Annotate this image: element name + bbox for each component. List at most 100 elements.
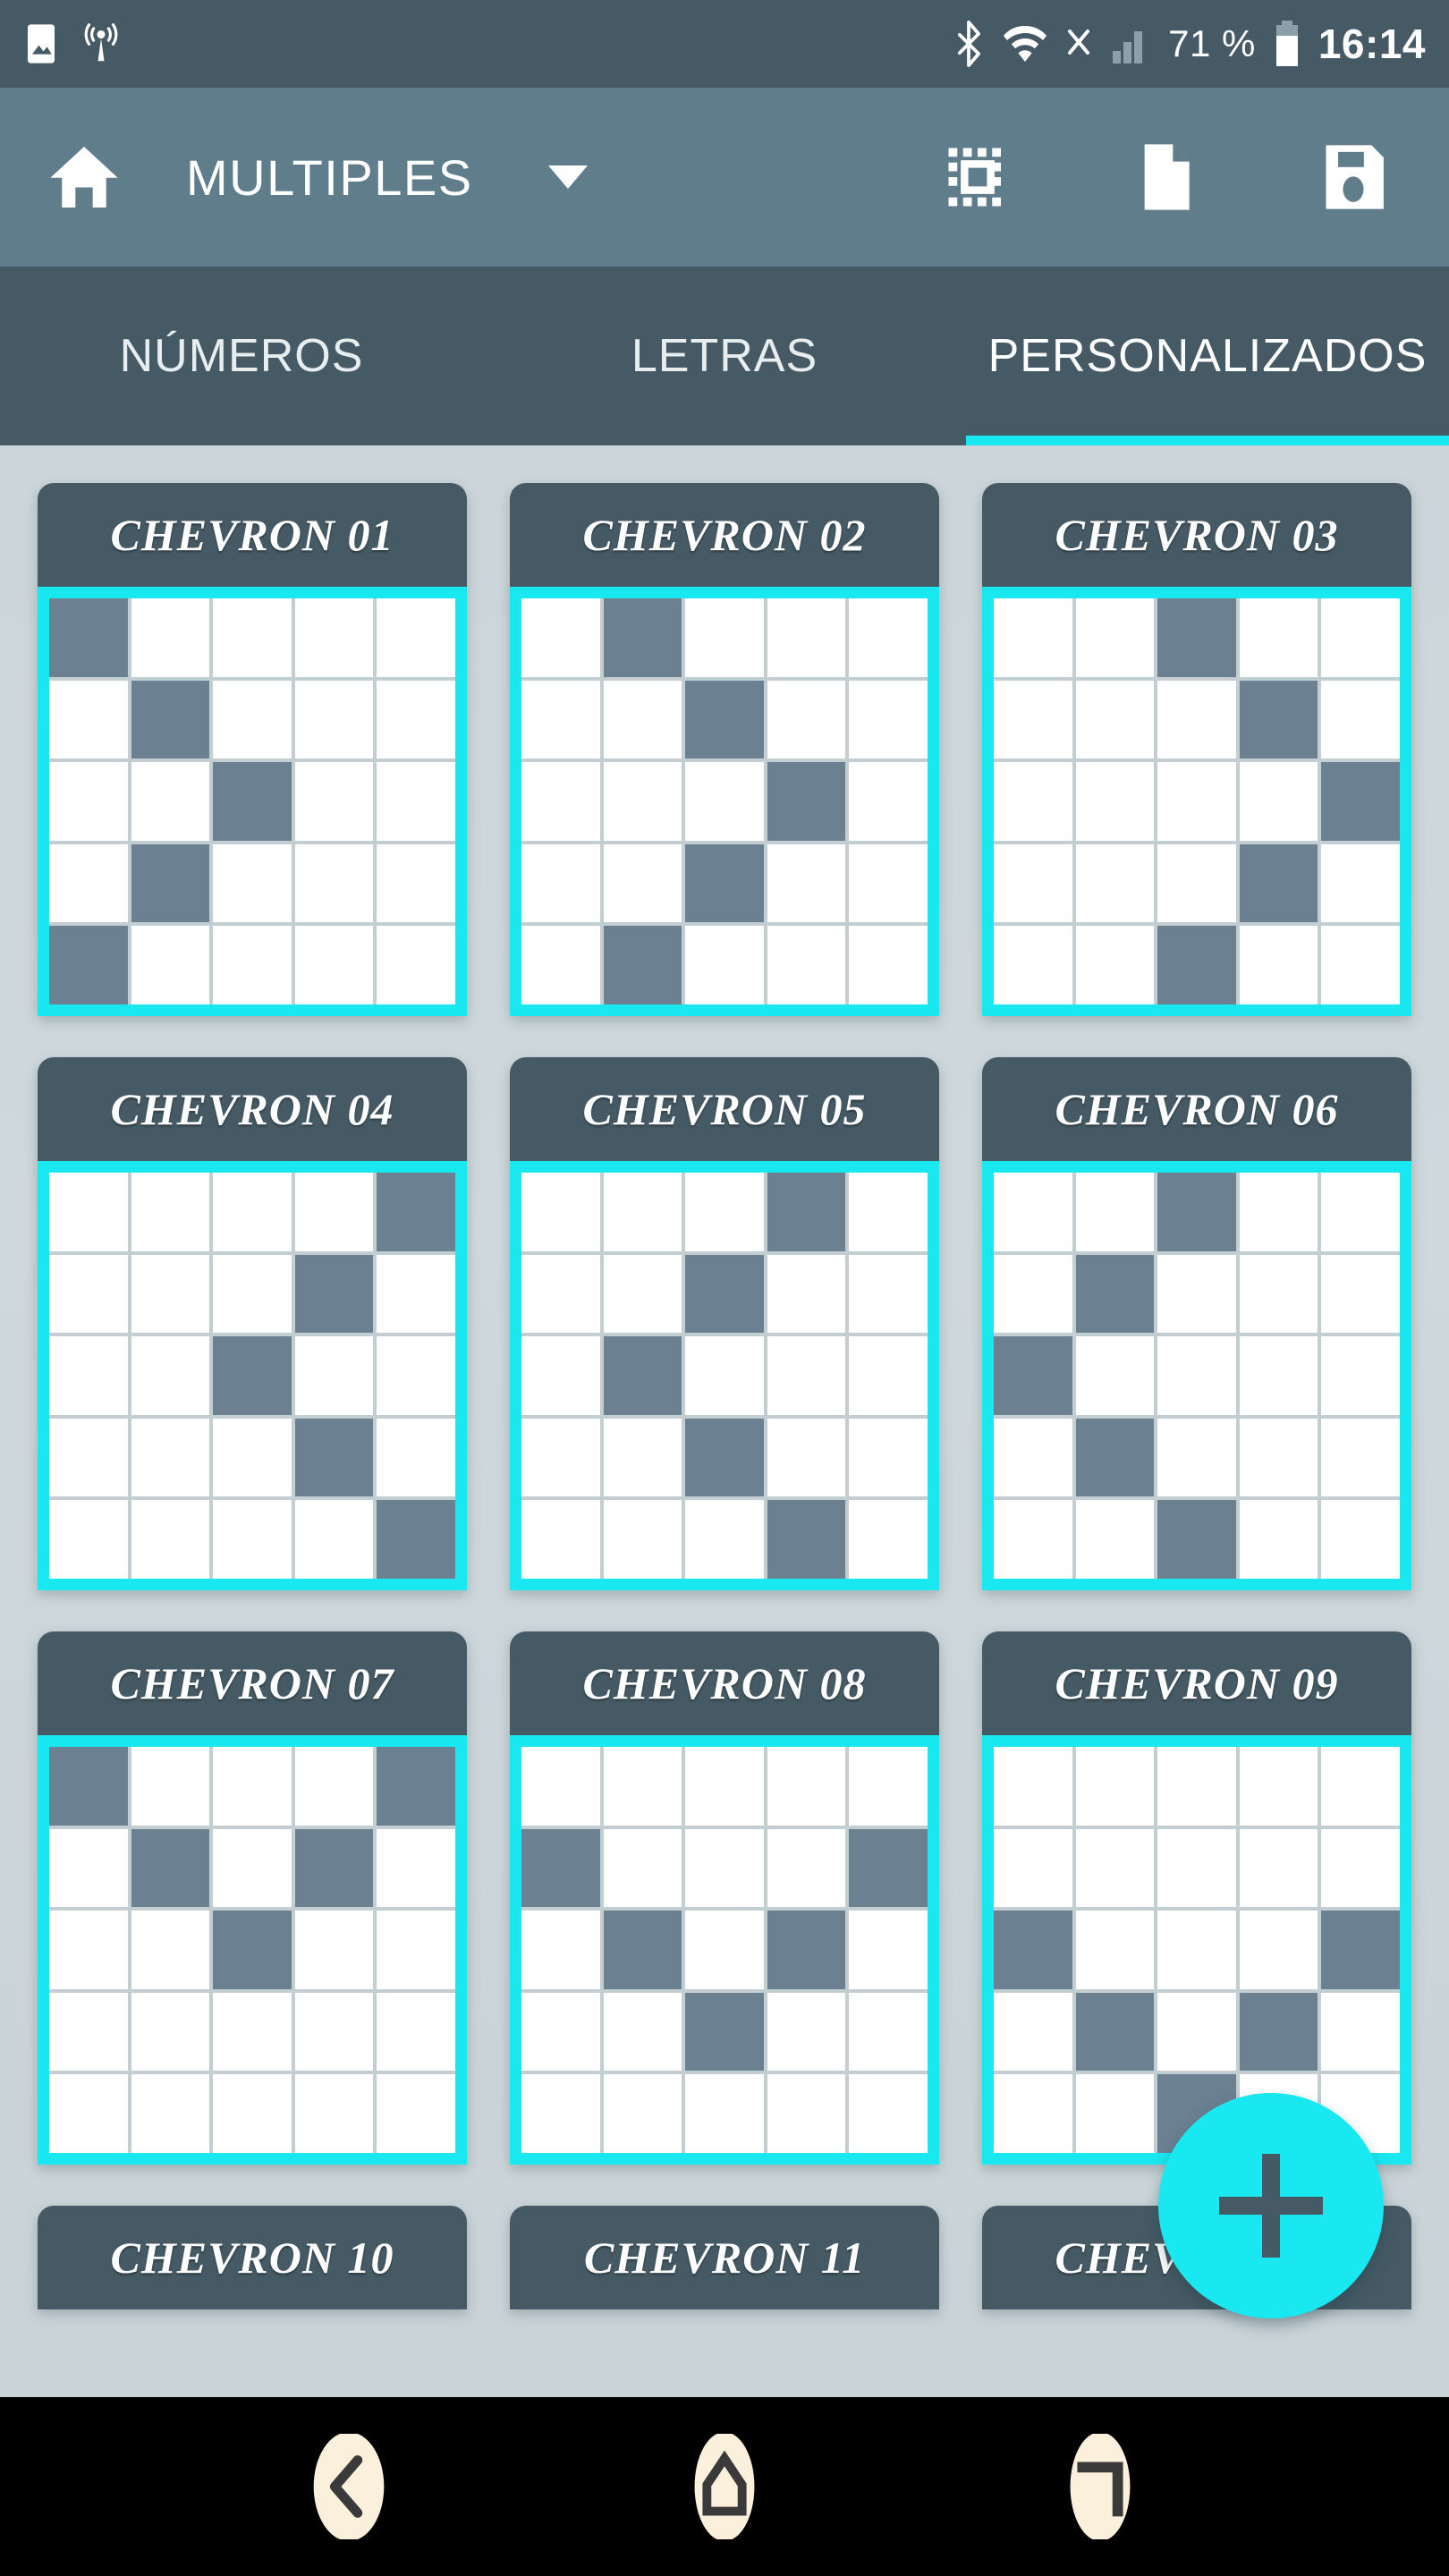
pattern-cell[interactable] [767, 1500, 846, 1579]
pattern-cell[interactable] [1239, 926, 1318, 1004]
pattern-cell[interactable] [849, 2074, 928, 2153]
pattern-cell[interactable] [377, 843, 455, 923]
pattern-cell[interactable] [131, 1500, 210, 1579]
pattern-cell[interactable] [685, 1254, 764, 1334]
pattern-cell[interactable] [377, 680, 455, 759]
pattern-cell[interactable] [49, 1747, 128, 1826]
pattern-cell[interactable] [1321, 598, 1400, 677]
pattern-cell[interactable] [377, 1254, 455, 1334]
pattern-cell[interactable] [994, 1747, 1072, 1826]
pattern-cell[interactable] [685, 1911, 764, 1989]
pattern-cell[interactable] [521, 1173, 600, 1251]
pattern-cell[interactable] [849, 1828, 928, 1908]
pattern-cell[interactable] [1157, 843, 1236, 923]
pattern-cell[interactable] [49, 1911, 128, 1989]
pattern-cell[interactable] [49, 1418, 128, 1497]
pattern-cell[interactable] [603, 1747, 682, 1826]
home-button[interactable] [671, 2433, 778, 2540]
pattern-cell[interactable] [767, 1911, 846, 1989]
pattern-cell[interactable] [1075, 1992, 1155, 2072]
pattern-card[interactable]: CHEVRON 02 [510, 483, 939, 1016]
pattern-cell[interactable] [1239, 1911, 1318, 1989]
pattern-cell[interactable] [49, 843, 128, 923]
pattern-cell[interactable] [131, 1173, 210, 1251]
home-button[interactable] [41, 134, 127, 220]
pattern-grid[interactable] [521, 1173, 928, 1579]
pattern-cell[interactable] [994, 680, 1072, 759]
pattern-cell[interactable] [1321, 1992, 1400, 2072]
pattern-cell[interactable] [377, 1992, 455, 2072]
pattern-cell[interactable] [1157, 1828, 1236, 1908]
pattern-cell[interactable] [1239, 762, 1318, 841]
pattern-cell[interactable] [521, 1500, 600, 1579]
pattern-cell[interactable] [603, 1418, 682, 1497]
pattern-cell[interactable] [49, 1992, 128, 2072]
pattern-cell[interactable] [1321, 1828, 1400, 1908]
pattern-cell[interactable] [131, 680, 210, 759]
pattern-cell[interactable] [603, 1992, 682, 2072]
pattern-cell[interactable] [213, 1418, 292, 1497]
pattern-cell[interactable] [213, 1336, 292, 1415]
pattern-cell[interactable] [1239, 843, 1318, 923]
pattern-card[interactable]: CHEVRON 11 [510, 2206, 939, 2309]
pattern-cell[interactable] [294, 926, 374, 1004]
pattern-cell[interactable] [131, 1747, 210, 1826]
pattern-cell[interactable] [994, 1992, 1072, 2072]
pattern-cell[interactable] [377, 1173, 455, 1251]
pattern-cell[interactable] [377, 926, 455, 1004]
pattern-cell[interactable] [1157, 1992, 1236, 2072]
pattern-cell[interactable] [603, 762, 682, 841]
add-pattern-fab[interactable] [1158, 2093, 1384, 2318]
pattern-cell[interactable] [1239, 1254, 1318, 1334]
pattern-cell[interactable] [767, 926, 846, 1004]
pattern-cell[interactable] [213, 843, 292, 923]
pattern-cell[interactable] [1321, 1911, 1400, 1989]
pattern-cell[interactable] [521, 1992, 600, 2072]
pattern-cell[interactable] [1075, 762, 1155, 841]
pattern-cell[interactable] [377, 2074, 455, 2153]
pattern-card[interactable]: CHEVRON 09 [982, 1631, 1411, 2165]
pattern-card[interactable]: CHEVRON 05 [510, 1057, 939, 1590]
pattern-card[interactable]: CHEVRON 03 [982, 483, 1411, 1016]
pattern-cell[interactable] [767, 1992, 846, 2072]
pattern-cell[interactable] [131, 926, 210, 1004]
pattern-cell[interactable] [213, 2074, 292, 2153]
pattern-grid[interactable] [49, 1747, 455, 2153]
pattern-cell[interactable] [1321, 1336, 1400, 1415]
pattern-cell[interactable] [377, 1336, 455, 1415]
pattern-cell[interactable] [294, 1418, 374, 1497]
pattern-cell[interactable] [377, 1500, 455, 1579]
pattern-cell[interactable] [1075, 1254, 1155, 1334]
pattern-cell[interactable] [1157, 1254, 1236, 1334]
pattern-cell[interactable] [603, 843, 682, 923]
pattern-cell[interactable] [131, 2074, 210, 2153]
tab-letras[interactable]: LETRAS [483, 267, 966, 445]
pattern-cell[interactable] [294, 1500, 374, 1579]
pattern-grid[interactable] [521, 598, 928, 1004]
pattern-cell[interactable] [1075, 1500, 1155, 1579]
pattern-grid[interactable] [994, 1747, 1400, 2153]
pattern-cell[interactable] [994, 1336, 1072, 1415]
pattern-cell[interactable] [994, 762, 1072, 841]
pattern-cell[interactable] [131, 1992, 210, 2072]
pattern-cell[interactable] [294, 680, 374, 759]
pattern-cell[interactable] [49, 680, 128, 759]
pattern-cell[interactable] [49, 2074, 128, 2153]
pattern-cell[interactable] [1157, 680, 1236, 759]
pattern-cell[interactable] [1075, 2074, 1155, 2153]
pattern-cell[interactable] [213, 1828, 292, 1908]
pattern-cell[interactable] [131, 1828, 210, 1908]
pattern-cell[interactable] [294, 1828, 374, 1908]
pattern-cell[interactable] [849, 1992, 928, 2072]
select-all-button[interactable] [937, 137, 1018, 217]
pattern-cell[interactable] [685, 1336, 764, 1415]
pattern-cell[interactable] [521, 1911, 600, 1989]
pattern-cell[interactable] [603, 1173, 682, 1251]
pattern-cell[interactable] [294, 1911, 374, 1989]
pattern-cell[interactable] [849, 1418, 928, 1497]
pattern-cell[interactable] [1239, 1336, 1318, 1415]
pattern-cell[interactable] [767, 1747, 846, 1826]
pattern-cell[interactable] [1157, 1500, 1236, 1579]
pattern-cell[interactable] [294, 1992, 374, 2072]
pattern-cell[interactable] [377, 1747, 455, 1826]
